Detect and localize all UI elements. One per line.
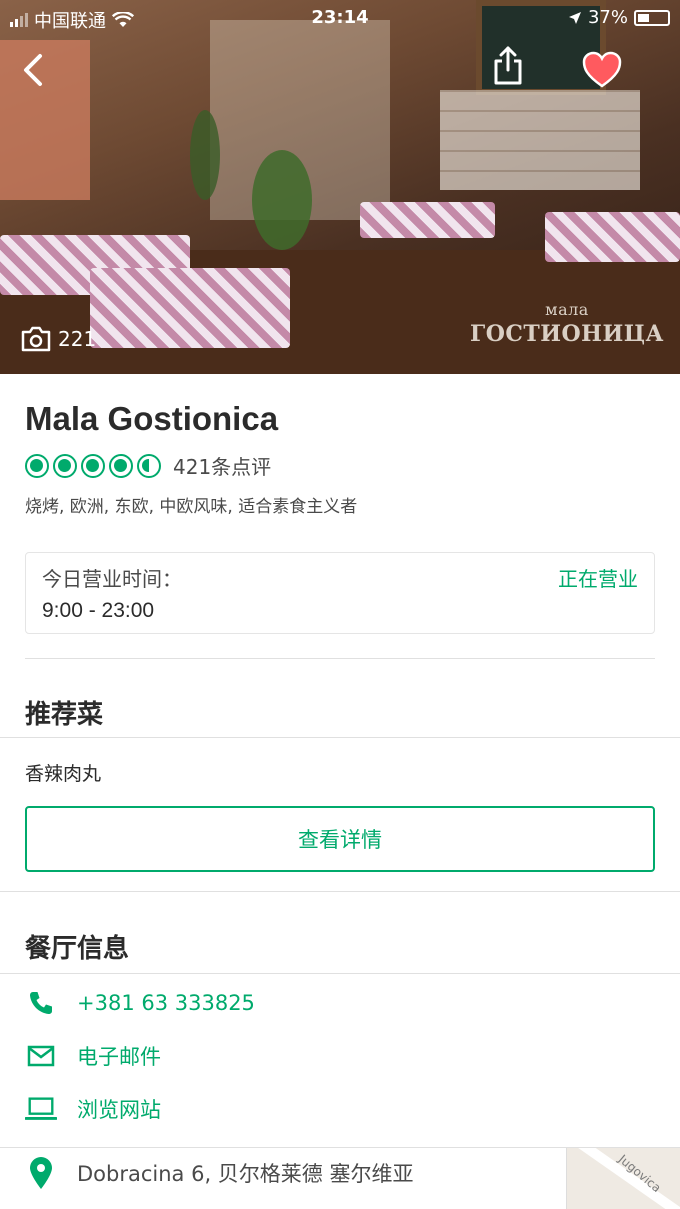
phone-number[interactable]: +381 63 333825 xyxy=(77,991,255,1015)
rating-bubble-icon xyxy=(53,453,77,478)
hero-table xyxy=(360,202,495,238)
rating-bubble-icon xyxy=(81,453,105,478)
back-button[interactable] xyxy=(14,48,58,92)
restaurant-name: Mala Gostionica xyxy=(25,400,279,437)
rating[interactable]: 421条点评 xyxy=(25,451,271,480)
hero-tiles xyxy=(440,90,640,190)
restaurant-logo-watermark: мала ГОСТИОНИЦА xyxy=(470,300,664,347)
recommended-heading: 推荐菜 xyxy=(25,700,104,730)
watermark-line-2: ГОСТИОНИЦА xyxy=(470,321,664,347)
address-text: Dobracina 6, 贝尔格莱德 塞尔维亚 xyxy=(77,1162,414,1186)
heart-icon xyxy=(582,51,622,88)
battery-icon xyxy=(634,9,670,26)
cuisine-tags: 烧烤, 欧洲, 东欧, 中欧风味, 适合素食主义者 xyxy=(25,497,358,517)
favorite-button[interactable] xyxy=(580,48,624,92)
website-row[interactable]: 浏览网站 xyxy=(25,1093,161,1125)
website-link[interactable]: 浏览网站 xyxy=(77,1094,161,1124)
view-details-button[interactable]: 查看详情 xyxy=(25,806,655,872)
divider xyxy=(25,658,655,659)
status-bar: 中国联通 23:14 37% xyxy=(0,0,680,36)
laptop-icon xyxy=(25,1093,57,1125)
review-count[interactable]: 421条点评 xyxy=(173,451,271,480)
divider xyxy=(0,891,680,892)
hero-plant xyxy=(190,110,220,200)
status-right: 37% xyxy=(568,7,670,28)
recommended-dish: 香辣肉丸 xyxy=(25,763,102,785)
email-link[interactable]: 电子邮件 xyxy=(77,1041,161,1071)
email-row[interactable]: 电子邮件 xyxy=(25,1040,161,1072)
restaurant-info-heading: 餐厅信息 xyxy=(25,934,130,964)
photo-count: 221 xyxy=(58,327,97,351)
envelope-icon xyxy=(25,1040,57,1072)
watermark-line-1: мала xyxy=(545,300,589,319)
hero-table xyxy=(545,212,680,262)
location-arrow-icon xyxy=(568,11,581,24)
share-button[interactable] xyxy=(486,44,530,88)
hero-table xyxy=(90,268,290,348)
phone-icon xyxy=(25,987,57,1019)
map-thumbnail[interactable]: Jugovica xyxy=(566,1148,680,1209)
hero-plant xyxy=(252,150,312,250)
map-pin-icon xyxy=(25,1157,57,1189)
divider xyxy=(0,737,680,738)
rating-bubble-icon xyxy=(25,453,49,478)
camera-icon xyxy=(21,326,51,352)
divider xyxy=(0,973,680,974)
photo-count-button[interactable]: 221 xyxy=(20,326,96,352)
opening-hours-card[interactable]: 今日营业时间： 9:00 - 23:00 正在营业 xyxy=(25,552,655,634)
address-row[interactable]: Dobracina 6, 贝尔格莱德 塞尔维亚 xyxy=(25,1157,413,1189)
hours-value: 9:00 - 23:00 xyxy=(42,599,155,622)
battery-percent: 37% xyxy=(587,7,628,28)
hours-label: 今日营业时间： xyxy=(42,567,182,591)
rating-half-bubble-icon xyxy=(137,453,161,478)
open-status: 正在营业 xyxy=(558,567,638,591)
rating-bubble-icon xyxy=(109,453,133,478)
hero-photo[interactable]: мала ГОСТИОНИЦА xyxy=(0,0,680,374)
share-icon xyxy=(494,46,522,85)
chevron-left-icon xyxy=(24,54,42,86)
phone-row[interactable]: +381 63 333825 xyxy=(25,987,255,1019)
